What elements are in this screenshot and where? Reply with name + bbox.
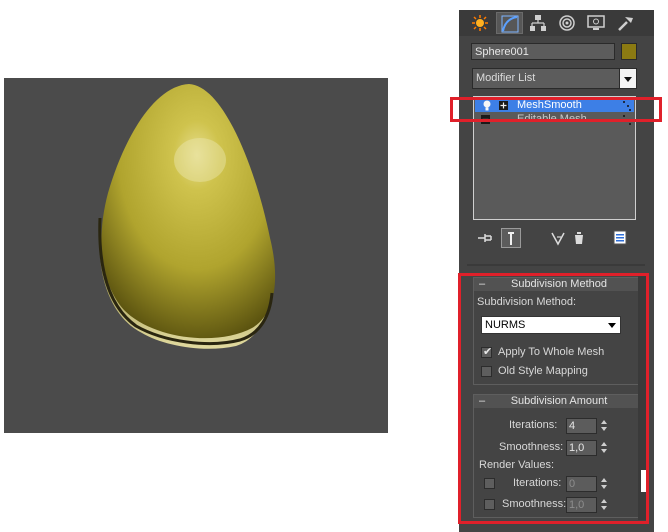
utilities-icon bbox=[618, 17, 633, 31]
pin-stack-button[interactable] bbox=[475, 228, 495, 248]
motion-icon bbox=[559, 15, 575, 31]
tab-modify[interactable] bbox=[496, 12, 523, 34]
command-panel-tabs bbox=[459, 10, 654, 36]
modifier-list-dropdown[interactable]: Modifier List bbox=[472, 68, 637, 89]
display-icon bbox=[587, 15, 605, 30]
tab-display[interactable] bbox=[583, 12, 610, 34]
highlight-parameters-annotation bbox=[458, 273, 649, 524]
object-name-input[interactable] bbox=[471, 43, 615, 60]
highlight-stack-annotation bbox=[450, 97, 662, 122]
trash-icon bbox=[575, 232, 583, 244]
make-unique-icon bbox=[551, 232, 565, 246]
stack-toolbar bbox=[473, 226, 638, 250]
make-unique-button[interactable] bbox=[549, 228, 569, 248]
create-icon bbox=[472, 15, 488, 31]
divider bbox=[467, 264, 645, 266]
configure-icon bbox=[613, 230, 627, 245]
object-color-swatch[interactable] bbox=[621, 43, 637, 60]
tab-create[interactable] bbox=[467, 12, 494, 34]
modifier-list-arrow[interactable] bbox=[619, 69, 636, 88]
viewport[interactable] bbox=[4, 78, 388, 433]
egg-mesh-preview bbox=[98, 84, 276, 349]
chevron-down-icon bbox=[624, 77, 632, 82]
tab-utilities[interactable] bbox=[612, 12, 639, 34]
hierarchy-icon bbox=[530, 15, 546, 31]
show-end-result-icon bbox=[508, 232, 514, 245]
configure-modifier-sets-button[interactable] bbox=[611, 228, 631, 248]
modifier-list-label: Modifier List bbox=[476, 72, 536, 84]
show-end-result-button[interactable] bbox=[501, 228, 521, 248]
remove-modifier-button[interactable] bbox=[569, 228, 589, 248]
tab-motion[interactable] bbox=[554, 12, 581, 34]
pin-icon bbox=[478, 234, 492, 242]
tab-hierarchy[interactable] bbox=[525, 12, 552, 34]
modify-icon bbox=[501, 15, 519, 33]
